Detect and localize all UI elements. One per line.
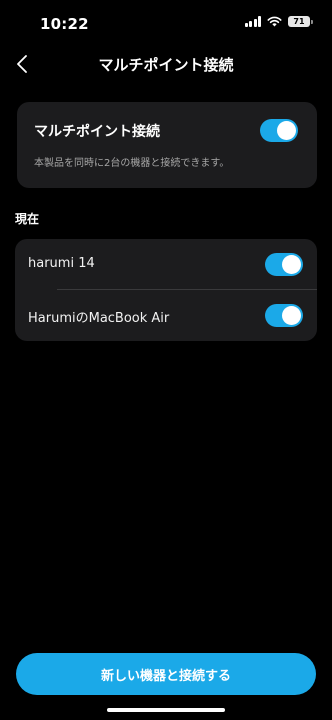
page-title: マルチポイント接続 [98, 56, 234, 74]
status-time: 10:22 [40, 15, 89, 33]
multipoint-toggle[interactable] [260, 119, 298, 142]
multipoint-title: マルチポイント接続 [34, 124, 160, 140]
device-toggle[interactable] [265, 304, 303, 327]
device-list: harumi 14 HarumiのMacBook Air [15, 239, 317, 341]
multipoint-card: マルチポイント接続 本製品を同時に2台の機器と接続できます。 [17, 102, 317, 188]
status-icons: 71 [244, 16, 313, 27]
multipoint-description: 本製品を同時に2台の機器と接続できます。 [34, 158, 230, 169]
device-toggle[interactable] [265, 253, 303, 276]
device-name: HarumiのMacBook Air [28, 311, 170, 326]
wifi-icon [267, 16, 282, 27]
status-bar: 10:22 71 [0, 0, 332, 48]
toggle-knob [277, 121, 296, 140]
home-indicator [107, 708, 225, 712]
cellular-signal-icon [244, 16, 261, 27]
battery-icon: 71 [288, 16, 313, 27]
device-row: harumi 14 [15, 239, 317, 290]
toggle-knob [282, 306, 301, 325]
connect-new-device-button[interactable]: 新しい機器と接続する [16, 653, 316, 695]
header: マルチポイント接続 [0, 44, 332, 84]
device-row: HarumiのMacBook Air [15, 290, 317, 341]
current-section-label: 現在 [15, 212, 40, 226]
toggle-knob [282, 255, 301, 274]
device-name: harumi 14 [28, 256, 95, 271]
